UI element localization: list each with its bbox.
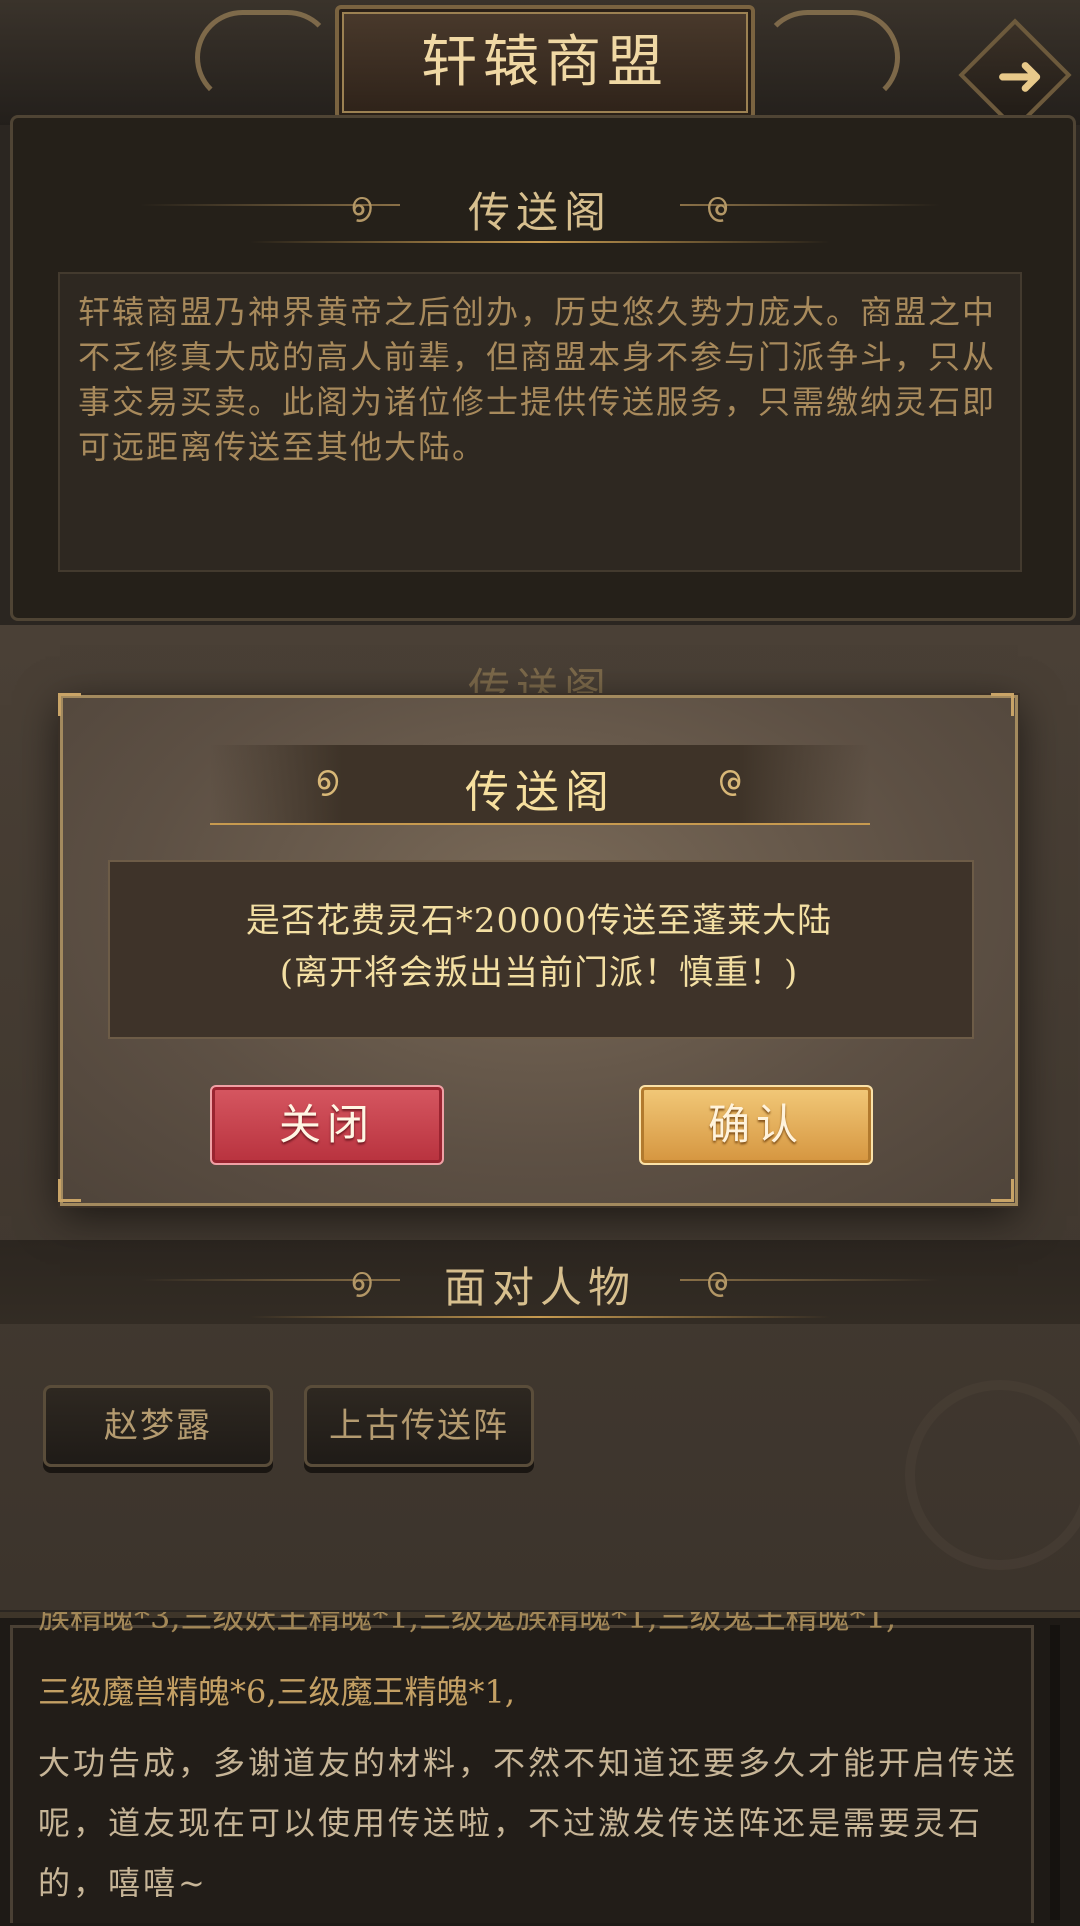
corner-ornament bbox=[58, 1179, 81, 1202]
dialog-message-line: 是否花费灵石*20000传送至蓬莱大陆 bbox=[245, 901, 833, 941]
corner-ornament bbox=[991, 1179, 1014, 1202]
close-button[interactable]: 关闭 bbox=[210, 1085, 444, 1165]
corner-ornament bbox=[991, 693, 1014, 716]
dialog-message: 是否花费灵石*20000传送至蓬莱大陆 (离开将会叛出当前门派！慎重！) bbox=[108, 895, 970, 999]
dialog-warning-line: (离开将会叛出当前门派！慎重！) bbox=[279, 953, 799, 993]
dialog-title: 传送阁 bbox=[465, 767, 615, 818]
corner-ornament bbox=[58, 693, 81, 716]
confirm-button[interactable]: 确认 bbox=[639, 1085, 873, 1165]
